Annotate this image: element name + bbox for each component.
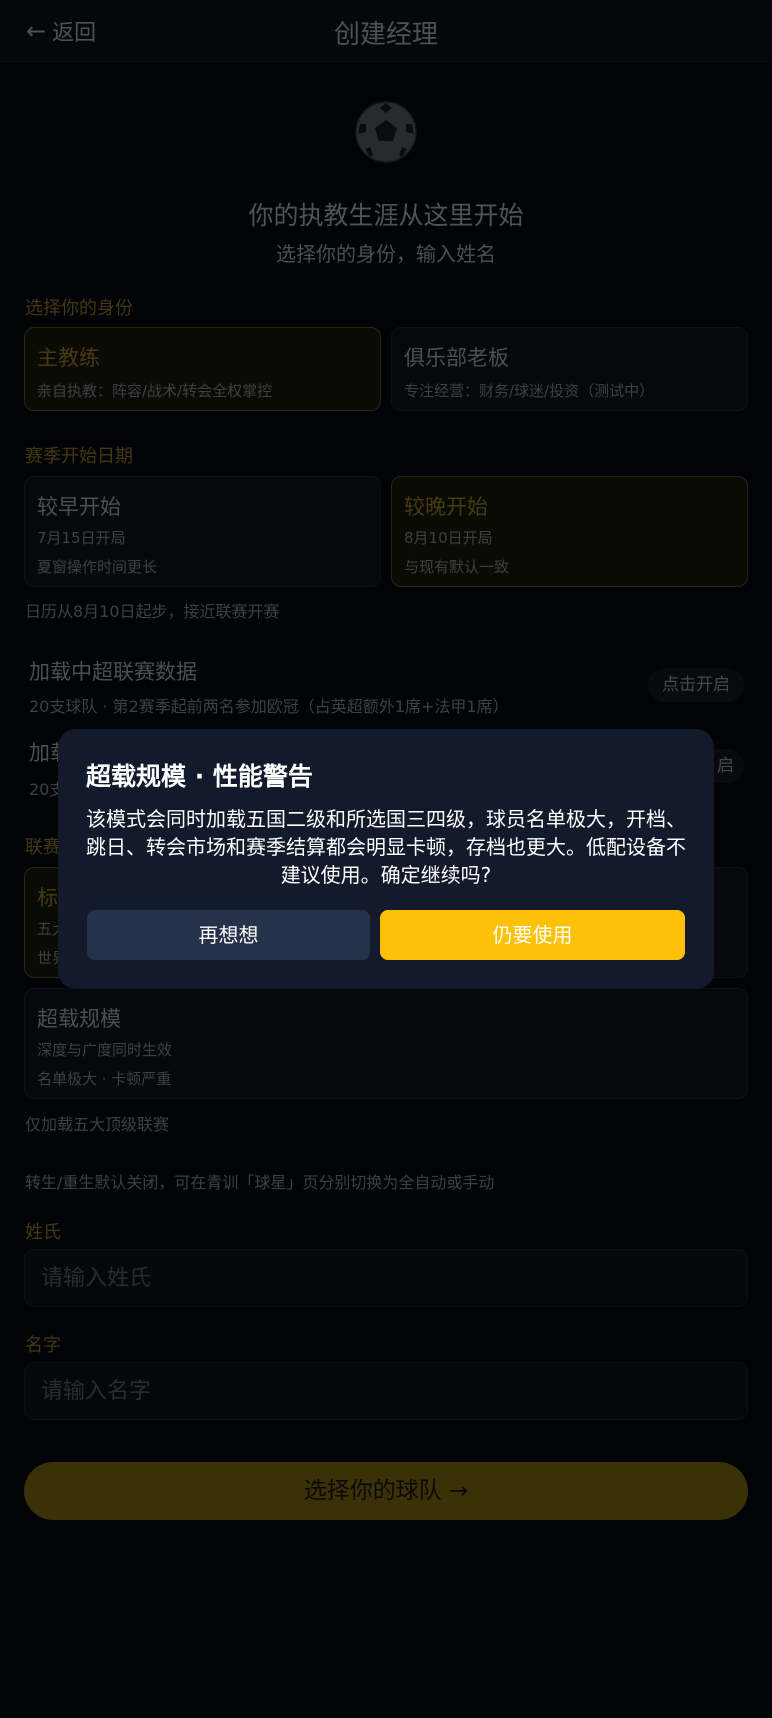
dialog-message: 该模式会同时加载五国二级和所选国三四级，球员名单极大，开档、跳日、转会市场和赛季…	[86, 807, 686, 887]
create-manager-page: ← 返回 创建经理 你的执教生涯从这里开始 选择你的身份，输入姓名 选择你的身份…	[0, 0, 772, 1718]
dialog-title: 超载规模 · 性能警告	[86, 762, 313, 791]
confirm-use-button[interactable]: 仍要使用	[380, 910, 685, 960]
reconsider-button[interactable]: 再想想	[87, 910, 370, 960]
performance-warning-dialog: 超载规模 · 性能警告 该模式会同时加载五国二级和所选国三四级，球员名单极大，开…	[58, 729, 714, 989]
